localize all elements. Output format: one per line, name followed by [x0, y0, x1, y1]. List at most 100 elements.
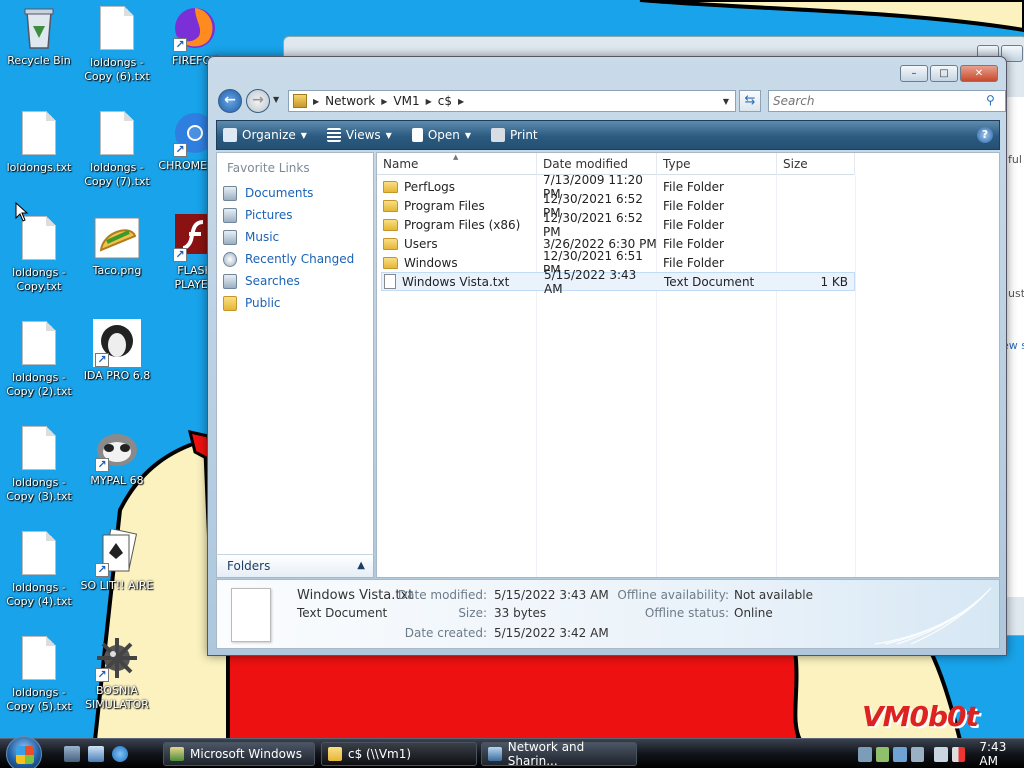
file-name: Program Files	[404, 198, 485, 213]
tray-app-icon[interactable]	[858, 746, 872, 762]
folders-label: Folders	[227, 559, 271, 573]
column-header-type[interactable]: Type	[657, 153, 777, 175]
fav-link-public[interactable]: Public	[223, 293, 281, 313]
tray-app-icon[interactable]	[875, 746, 890, 762]
ida-pro-icon: ↗	[93, 319, 141, 367]
desktop-icon-label: SO LIT!! AIRE	[80, 579, 154, 592]
breadcrumb-separator-icon[interactable]: ▶	[313, 97, 319, 106]
refresh-button[interactable]: ⇆	[739, 90, 761, 112]
recycle-bin-icon	[15, 4, 63, 52]
forward-button[interactable]: →	[246, 89, 270, 113]
taskbar-button-network-sharing[interactable]: Network and Sharin...	[481, 740, 637, 768]
folders-toggle[interactable]: Folders ▲	[216, 554, 374, 578]
maximize-button[interactable]: □	[930, 65, 958, 82]
folder-icon	[328, 747, 342, 761]
desktop-icon-taco[interactable]: Taco.png	[78, 214, 156, 278]
close-button[interactable]: ✕	[960, 65, 998, 82]
desktop-icon-label: loldongs - Copy (7).txt	[84, 161, 150, 188]
clock[interactable]: 7:43 AM	[979, 740, 1024, 768]
network-status-icon[interactable]	[934, 746, 948, 762]
system-tray: 7:43 AM	[854, 739, 1024, 768]
fav-link-label: Searches	[245, 274, 300, 288]
taskbar: Microsoft Windows c$ (\\Vm1) Network and…	[0, 736, 1024, 768]
desktop-icon-loldongs-copy-3[interactable]: loldongs - Copy (3).txt	[0, 424, 78, 504]
fav-link-documents[interactable]: Documents	[223, 183, 313, 203]
desktop-icon-loldongs-copy-5[interactable]: loldongs - Copy (5).txt	[0, 634, 78, 714]
column-header-name[interactable]: Name ▲	[377, 153, 537, 175]
help-icon[interactable]: ?	[977, 127, 993, 143]
desktop-icon-solitaire[interactable]: ↗ SO LIT!! AIRE	[78, 528, 156, 593]
breadcrumb-separator-icon[interactable]: ▶	[426, 97, 432, 106]
text-file-icon	[93, 111, 141, 159]
desktop-icon-label: loldongs - Copy (3).txt	[6, 476, 72, 503]
desktop-icon-mypal[interactable]: ↗ MYPAL 68	[78, 424, 156, 488]
desktop-icon-bosnia-simulator[interactable]: ↗ BOSNIA SIMULATOR	[78, 634, 156, 712]
details-size-label: Size:	[458, 606, 487, 620]
show-desktop-icon[interactable]	[64, 746, 80, 762]
internet-explorer-icon[interactable]	[112, 746, 128, 762]
desktop-icon-label: loldongs.txt	[6, 161, 72, 174]
desktop-icon-loldongs-copy-2[interactable]: loldongs - Copy (2).txt	[0, 319, 78, 399]
desktop-icon-loldongs-copy-4[interactable]: loldongs - Copy (4).txt	[0, 529, 78, 609]
minesweeper-mine-icon: ↗	[93, 634, 141, 682]
shortcut-arrow-icon: ↗	[95, 353, 109, 367]
fav-link-pictures[interactable]: Pictures	[223, 205, 293, 225]
desktop-icon-loldongs[interactable]: loldongs.txt	[0, 109, 78, 175]
taskbar-button-explorer[interactable]: c$ (\\Vm1)	[321, 742, 477, 766]
desktop-icon-ida-pro[interactable]: ↗ IDA PRO 6.8	[78, 319, 156, 383]
address-dropdown-icon[interactable]: ▼	[723, 97, 729, 106]
address-bar[interactable]: ▶ Network ▶ VM1 ▶ c$ ▶ ▼	[288, 90, 736, 112]
file-type: File Folder	[663, 255, 724, 270]
text-file-icon	[15, 426, 63, 474]
taskbar-button-label: Network and Sharin...	[507, 740, 585, 768]
views-button[interactable]: Views ▼	[326, 128, 392, 142]
volume-muted-icon[interactable]	[951, 746, 966, 762]
fav-link-label: Music	[245, 230, 280, 244]
fav-link-music[interactable]: Music	[223, 227, 279, 247]
explorer-window[interactable]: – □ ✕ ← → ▼ ▶ Network ▶ VM1 ▶ c$ ▶ ▼ ⇆ ⚲…	[207, 56, 1007, 656]
file-row-selected[interactable]: Windows Vista.txt 5/15/2022 3:43 AM Text…	[381, 268, 855, 296]
start-button[interactable]	[6, 736, 42, 768]
recent-pages-dropdown-icon[interactable]: ▼	[273, 95, 279, 104]
minimize-button[interactable]: –	[900, 65, 928, 82]
desktop-icon-loldongs-copy-7[interactable]: loldongs - Copy (7).txt	[78, 109, 156, 189]
desktop-icon-loldongs-copy[interactable]: loldongs - Copy.txt	[0, 214, 78, 294]
fav-link-label: Pictures	[245, 208, 293, 222]
breadcrumb-vm1[interactable]: VM1	[393, 94, 419, 108]
text-file-icon	[93, 6, 141, 54]
search-icon[interactable]: ⚲	[986, 93, 995, 107]
desktop-icon-recycle-bin[interactable]: Recycle Bin	[0, 4, 78, 68]
organize-button[interactable]: Organize ▼	[223, 128, 307, 142]
print-button[interactable]: Print	[491, 128, 538, 142]
breadcrumb-separator-icon[interactable]: ▶	[458, 97, 464, 106]
tray-app-icon[interactable]	[910, 746, 925, 762]
firefox-icon: ↗	[171, 4, 219, 52]
breadcrumb-c-share[interactable]: c$	[438, 94, 452, 108]
tray-app-icon[interactable]	[893, 746, 907, 762]
breadcrumb-network[interactable]: Network	[325, 94, 375, 108]
details-size: 33 bytes	[494, 606, 547, 620]
breadcrumb-separator-icon[interactable]: ▶	[381, 97, 387, 106]
desktop-icon-loldongs-copy-6[interactable]: loldongs - Copy (6).txt	[78, 4, 156, 84]
desktop-icon-label: Recycle Bin	[7, 54, 71, 67]
back-button[interactable]: ←	[218, 89, 242, 113]
column-header-label: Date modified	[543, 157, 629, 171]
folder-icon	[383, 256, 398, 269]
switch-windows-icon[interactable]	[88, 746, 104, 762]
column-divider	[855, 175, 856, 577]
windows-logo-icon	[16, 746, 34, 764]
windows-app-icon	[170, 747, 184, 761]
fav-link-searches[interactable]: Searches	[223, 271, 300, 291]
favorite-links-heading: Favorite Links	[227, 161, 310, 175]
open-button[interactable]: Open ▼	[411, 128, 471, 142]
column-header-size[interactable]: Size	[777, 153, 855, 175]
search-input[interactable]	[768, 90, 1006, 112]
chevron-down-icon: ▼	[300, 130, 307, 140]
file-list-pane: Name ▲ Date modified Type Size PerfLogs …	[376, 152, 1000, 578]
taskbar-button-microsoft-windows[interactable]: Microsoft Windows	[163, 742, 315, 766]
file-type: File Folder	[663, 236, 724, 251]
fav-link-recently-changed[interactable]: Recently Changed	[223, 249, 354, 269]
file-row[interactable]: Program Files (x86) 12/30/2021 6:52 PM F…	[381, 211, 855, 239]
shortcut-arrow-icon: ↗	[95, 458, 109, 472]
watermark-logo: VM0b0t	[862, 700, 979, 733]
